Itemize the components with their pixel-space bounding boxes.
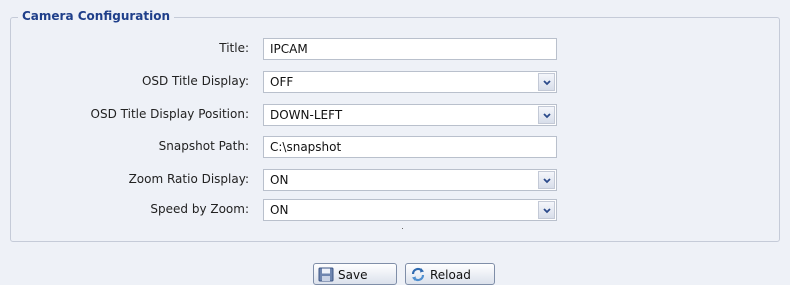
reload-button-label: Reload: [430, 268, 471, 282]
section-title: Camera Configuration: [18, 9, 175, 23]
osd-title-display-row: OSD Title Display: OFF: [0, 71, 790, 93]
osd-title-position-select[interactable]: DOWN-LEFT: [263, 104, 557, 126]
zoom-ratio-display-row: Zoom Ratio Display: ON: [0, 169, 790, 191]
zoom-ratio-display-label: Zoom Ratio Display:: [128, 172, 249, 186]
osd-title-display-value: OFF: [270, 75, 294, 89]
floppy-disk-icon: [318, 267, 334, 285]
chevron-down-icon[interactable]: [538, 73, 555, 91]
title-input[interactable]: IPCAM: [263, 38, 557, 60]
zoom-ratio-display-value: ON: [270, 173, 289, 187]
osd-title-display-label: OSD Title Display:: [141, 74, 249, 88]
snapshot-path-input[interactable]: C:\snapshot: [263, 136, 557, 158]
save-button[interactable]: Save: [313, 263, 397, 285]
chevron-down-icon[interactable]: [538, 106, 555, 124]
reload-button[interactable]: Reload: [405, 263, 495, 285]
refresh-icon: [410, 267, 426, 285]
osd-title-display-select[interactable]: OFF: [263, 71, 557, 93]
title-label: Title:: [219, 41, 249, 55]
speed-by-zoom-label: Speed by Zoom:: [150, 202, 249, 216]
osd-title-position-value: DOWN-LEFT: [270, 108, 343, 122]
snapshot-path-row: Snapshot Path: C:\snapshot: [0, 136, 790, 158]
speed-by-zoom-row: Speed by Zoom: ON: [0, 199, 790, 221]
zoom-ratio-display-select[interactable]: ON: [263, 169, 557, 191]
divider-dot: [402, 228, 403, 229]
save-button-label: Save: [338, 268, 368, 282]
speed-by-zoom-value: ON: [270, 203, 289, 217]
speed-by-zoom-select[interactable]: ON: [263, 199, 557, 221]
snapshot-path-label: Snapshot Path:: [158, 139, 249, 153]
chevron-down-icon[interactable]: [538, 201, 555, 219]
osd-title-position-label: OSD Title Display Position:: [90, 107, 249, 121]
title-row: Title: IPCAM: [0, 38, 790, 60]
chevron-down-icon[interactable]: [538, 171, 555, 189]
osd-title-position-row: OSD Title Display Position: DOWN-LEFT: [0, 104, 790, 126]
